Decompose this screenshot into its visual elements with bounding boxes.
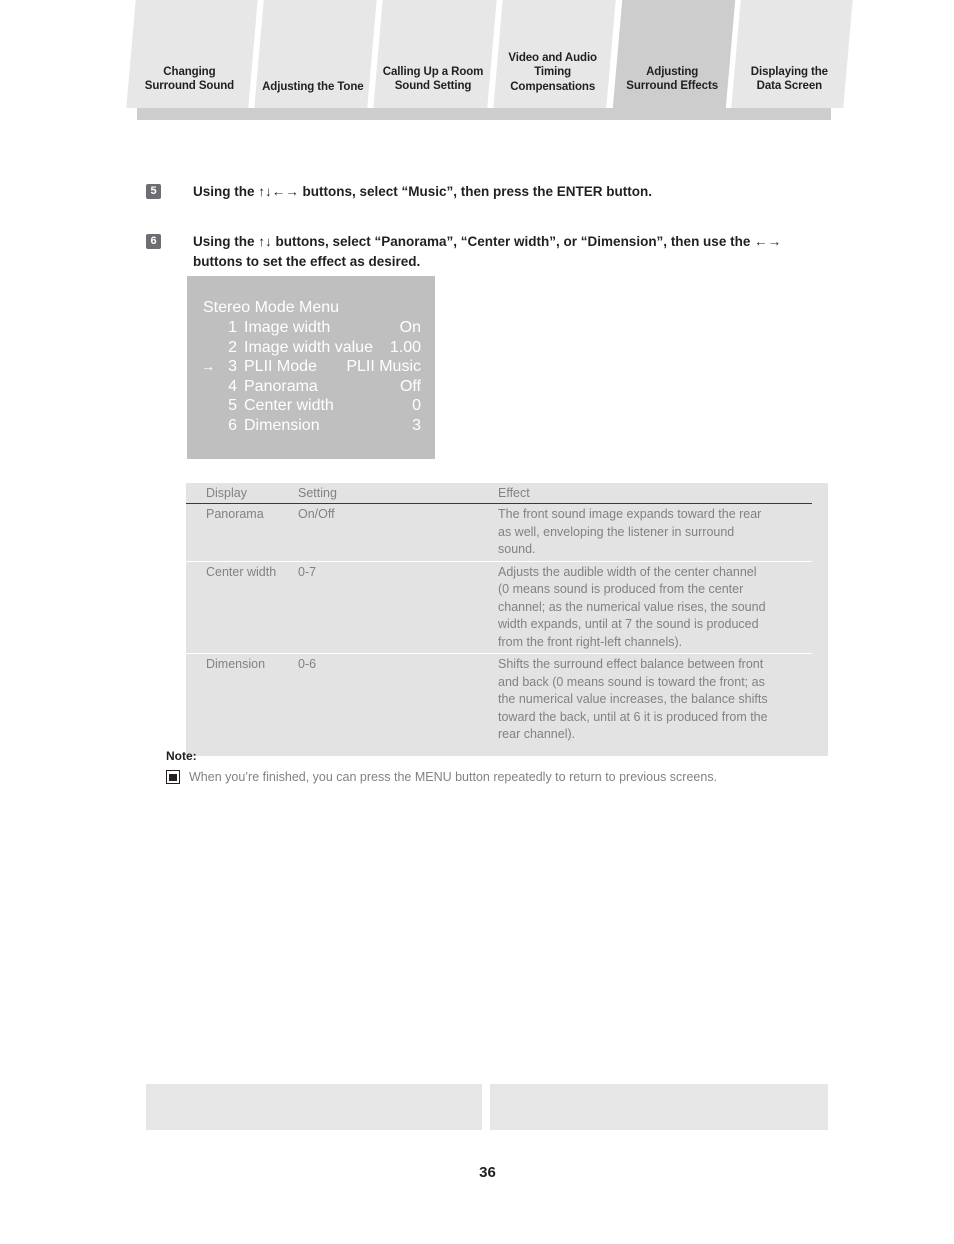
osd-row-value: PLII Music xyxy=(346,358,421,375)
cell-setting: On/Off xyxy=(298,507,335,521)
osd-row-value: Off xyxy=(399,377,421,395)
cell-display: Center width xyxy=(206,564,277,579)
osd-selection-arrow-icon: → xyxy=(201,358,215,374)
effect-line: channel; as the numerical value rises, t… xyxy=(498,599,766,614)
effect-line: rear channel). xyxy=(498,727,576,741)
step-5: 5 Using the ↑↓←→ buttons, select “Music”… xyxy=(146,182,652,202)
osd-title: Stereo Mode Menu xyxy=(203,299,340,316)
footer-box-left xyxy=(146,1084,482,1130)
osd-row-dimension: 6 Dimension 3 xyxy=(201,416,421,436)
note-screen-icon xyxy=(166,770,180,784)
osd-row-value: 1.00 xyxy=(389,338,421,356)
note-block: Note: When you’re finished, you can pres… xyxy=(166,748,846,785)
note-text: When you’re finished, you can press the … xyxy=(189,770,718,784)
osd-stereo-mode-menu: Stereo Mode Menu 1 Image width On 2 Imag… xyxy=(187,276,435,459)
step-6: 6 Using the ↑↓ buttons, select “Panorama… xyxy=(146,232,823,271)
osd-row-label: Panorama xyxy=(244,377,318,395)
osd-row-label: Dimension xyxy=(244,416,320,434)
osd-row-label: Center width xyxy=(244,397,334,414)
tab-label: Video and Audio Timing Compensations xyxy=(508,51,598,93)
step-instruction-text: Using the ↑↓ buttons, select “Panorama”,… xyxy=(193,234,782,269)
note-line: When you’re finished, you can press the … xyxy=(166,769,846,785)
effect-line: sound. xyxy=(498,542,536,556)
table-row: Center width 0-7 Adjusts the audible wid… xyxy=(186,562,812,654)
osd-row-number: 5 xyxy=(228,397,237,414)
tab-strip: Changing Surround Sound Adjusting the To… xyxy=(126,0,853,120)
effect-line: (0 means sound is produced from the cent… xyxy=(498,582,744,596)
cell-display: Panorama xyxy=(206,507,264,521)
tab-label: Adjusting the Tone xyxy=(261,80,364,93)
tab-label: Calling Up a Room Sound Setting xyxy=(382,66,484,93)
tab-changing-surround-sound[interactable]: Changing Surround Sound xyxy=(126,0,258,108)
tab-adjusting-the-tone[interactable]: Adjusting the Tone xyxy=(254,0,377,108)
effect-line: the numerical value increases, the balan… xyxy=(498,692,768,706)
effect-line: Shifts the surround effect balance betwe… xyxy=(498,657,764,671)
osd-row-number: 1 xyxy=(228,319,237,336)
cell-display: Dimension xyxy=(206,657,266,671)
column-header-setting: Setting xyxy=(298,486,337,500)
cell-effect: The front sound image expands toward the… xyxy=(498,506,812,559)
tab-label: Adjusting Surround Effects xyxy=(625,66,718,93)
tab-underbar xyxy=(137,108,831,120)
column-header-effect: Effect xyxy=(498,486,530,500)
page-number: 36 xyxy=(479,1164,496,1181)
effect-line: Adjusts the audible width of the center … xyxy=(498,564,757,579)
effect-line: toward the back, until at 6 it is produc… xyxy=(498,709,768,724)
tab-label: Displaying the Data Screen xyxy=(751,66,829,93)
osd-row-image-width: 1 Image width On xyxy=(201,318,421,338)
effect-line: The front sound image expands toward the… xyxy=(498,507,762,521)
osd-row-number: 6 xyxy=(228,416,237,434)
osd-row-value: On xyxy=(399,319,421,336)
osd-row-number: 4 xyxy=(228,377,237,395)
step-instruction-text: Using the ↑↓←→ buttons, select “Music”, … xyxy=(193,184,653,199)
osd-row-value: 0 xyxy=(412,397,421,414)
cell-setting: 0-6 xyxy=(298,657,317,671)
effect-settings-table: Display Setting Effect Panorama On/Off T… xyxy=(186,483,828,756)
osd-row-label: Image width xyxy=(244,319,331,336)
step-number-badge: 6 xyxy=(146,234,161,249)
osd-row-panorama: 4 Panorama Off xyxy=(201,377,421,397)
osd-row-center-width: 5 Center width 0 xyxy=(201,396,421,416)
osd-row-label: PLII Mode xyxy=(244,358,317,375)
tab-adjusting-surround-effects[interactable]: Adjusting Surround Effects xyxy=(611,0,736,120)
osd-row-label: Image width value xyxy=(244,338,373,356)
table-row: Panorama On/Off The front sound image ex… xyxy=(186,504,812,562)
tab-displaying-the-data-screen[interactable]: Displaying the Data Screen xyxy=(731,0,853,108)
column-header-display: Display xyxy=(206,486,247,500)
effect-line: as well, enveloping the listener in surr… xyxy=(498,524,735,539)
tab-calling-up-a-room-sound-setting[interactable]: Calling Up a Room Sound Setting xyxy=(373,0,497,108)
table-row: Dimension 0-6 Shifts the surround effect… xyxy=(186,654,812,746)
note-title: Note: xyxy=(166,749,197,763)
osd-row-number: 3 xyxy=(228,358,237,375)
tab-label: Changing Surround Sound xyxy=(145,66,235,93)
osd-row-value: 3 xyxy=(412,416,421,434)
table-header-row: Display Setting Effect xyxy=(186,483,812,504)
cell-effect: Shifts the surround effect balance betwe… xyxy=(498,656,812,744)
cell-effect: Adjusts the audible width of the center … xyxy=(498,564,812,652)
effect-line: width expands, until at 7 the sound is p… xyxy=(498,617,759,631)
osd-row-plii-mode: → 3 PLII Mode PLII Music xyxy=(201,357,421,377)
osd-row-number: 2 xyxy=(228,338,237,356)
effect-line: and back (0 means sound is toward the fr… xyxy=(498,674,765,689)
step-number-badge: 5 xyxy=(146,184,161,199)
cell-setting: 0-7 xyxy=(298,564,317,579)
tab-video-and-audio-timing-compensations[interactable]: Video and Audio Timing Compensations xyxy=(493,0,616,108)
effect-line: from the front right-left channels). xyxy=(498,634,683,649)
footer-box-right xyxy=(490,1084,828,1130)
osd-row-image-width-value: 2 Image width value 1.00 xyxy=(201,338,421,358)
